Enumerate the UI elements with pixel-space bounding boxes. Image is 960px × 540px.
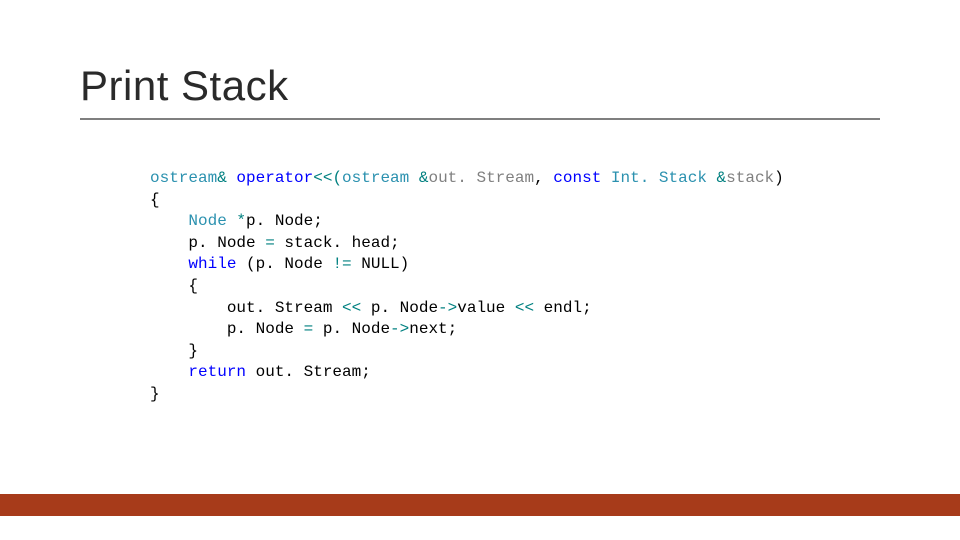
code-token: p. Node xyxy=(313,320,390,338)
footer-accent-bar xyxy=(0,494,960,516)
code-token: while xyxy=(188,255,236,273)
code-token: -> xyxy=(438,299,457,317)
slide: Print Stack ostream& operator<<(ostream … xyxy=(0,0,960,540)
code-token: p. Node xyxy=(150,320,304,338)
code-token: p. Node xyxy=(361,299,438,317)
code-token: ostream xyxy=(342,169,419,187)
code-token: { xyxy=(150,191,160,209)
code-token: out. Stream xyxy=(150,299,342,317)
code-token: } xyxy=(150,342,198,360)
code-token: const xyxy=(553,169,611,187)
code-token: != xyxy=(332,255,351,273)
code-token: * xyxy=(236,212,246,230)
code-token: { xyxy=(150,277,198,295)
code-token: = xyxy=(304,320,314,338)
code-token: (p. Node xyxy=(236,255,332,273)
title-underline xyxy=(80,118,880,120)
code-token: out. Stream; xyxy=(246,363,371,381)
code-token: ) xyxy=(774,169,784,187)
code-token: & xyxy=(717,169,727,187)
code-token: } xyxy=(150,385,160,403)
code-token: -> xyxy=(390,320,409,338)
code-token: = xyxy=(265,234,275,252)
code-token: & xyxy=(217,169,236,187)
code-token: out. Stream xyxy=(428,169,534,187)
code-token: return xyxy=(188,363,246,381)
code-token: operator xyxy=(236,169,313,187)
code-token: Int. Stack xyxy=(611,169,717,187)
code-token: <<( xyxy=(313,169,342,187)
code-token: stack xyxy=(726,169,774,187)
code-token: , xyxy=(534,169,553,187)
code-token: ostream xyxy=(150,169,217,187)
code-token: << xyxy=(515,299,534,317)
code-block: ostream& operator<<(ostream &out. Stream… xyxy=(150,168,784,406)
code-token: p. Node; xyxy=(246,212,323,230)
slide-title: Print Stack xyxy=(80,62,289,110)
code-token xyxy=(150,212,188,230)
code-token: next; xyxy=(409,320,457,338)
code-token: endl; xyxy=(534,299,592,317)
code-token xyxy=(150,255,188,273)
code-token: Node xyxy=(188,212,236,230)
code-token: value xyxy=(457,299,515,317)
code-token: NULL) xyxy=(352,255,410,273)
code-token: stack. head; xyxy=(275,234,400,252)
code-token xyxy=(150,363,188,381)
code-token: p. Node xyxy=(150,234,265,252)
code-token: << xyxy=(342,299,361,317)
